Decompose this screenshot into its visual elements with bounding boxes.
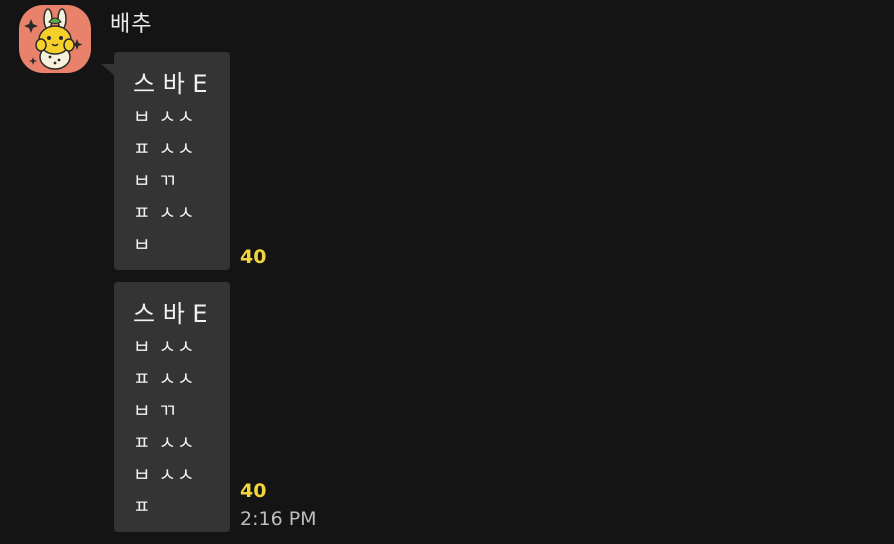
- sender-name: 배추: [110, 12, 153, 37]
- message-line: ㅍ ㅅㅅ: [133, 368, 196, 390]
- message-line: ㅍ ㅅㅅ: [133, 432, 196, 454]
- message-line: 스 바 E: [133, 300, 208, 328]
- message-line: 스 바 E: [133, 70, 208, 98]
- message-line: ㅍ: [133, 496, 152, 518]
- bubble-tail: [101, 64, 115, 76]
- message-bubble[interactable]: 스 바 E ㅂ ㅅㅅ ㅍ ㅅㅅ ㅂ ㄲ ㅍ ㅅㅅ ㅂ: [114, 52, 230, 270]
- message-line: ㅍ ㅅㅅ: [133, 138, 196, 160]
- message-bubble[interactable]: 스 바 E ㅂ ㅅㅅ ㅍ ㅅㅅ ㅂ ㄲ ㅍ ㅅㅅ ㅂ ㅅㅅ ㅍ: [114, 282, 230, 532]
- message-line: ㅂ ㄲ: [133, 400, 177, 422]
- unread-count: 40: [240, 480, 267, 502]
- message-line: ㅂ: [133, 234, 152, 256]
- message-line: ㅂ ㅅㅅ: [133, 464, 196, 486]
- bunny-character-avatar-icon: [24, 8, 83, 70]
- message-timestamp: 2:16 PM: [240, 508, 317, 530]
- unread-count: 40: [240, 246, 267, 268]
- message-line: ㅂ ㄲ: [133, 170, 177, 192]
- chat-window: 배추 스 바 E ㅂ ㅅㅅ ㅍ ㅅㅅ ㅂ ㄲ ㅍ ㅅㅅ ㅂ 40 스 바 E ㅂ…: [0, 0, 894, 544]
- message-line: ㅂ ㅅㅅ: [133, 336, 196, 358]
- profile-avatar[interactable]: [19, 5, 91, 73]
- message-line: ㅂ ㅅㅅ: [133, 106, 196, 128]
- message-line: ㅍ ㅅㅅ: [133, 202, 196, 224]
